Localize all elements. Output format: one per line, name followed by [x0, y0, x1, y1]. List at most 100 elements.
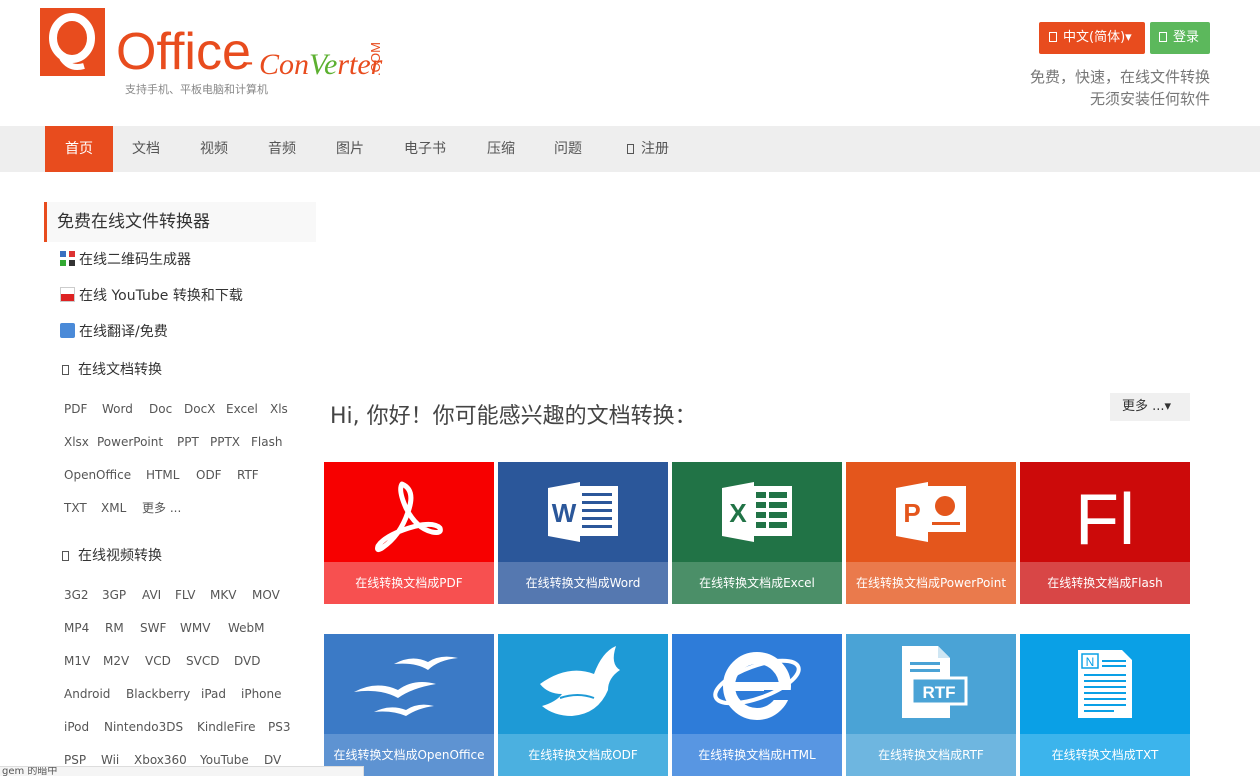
excel-icon: X [722, 482, 792, 542]
format-link-webm[interactable]: WebM [228, 620, 265, 636]
tile-caption: 在线转换文档成PDF [324, 562, 494, 604]
format-link-ipod[interactable]: iPod [64, 719, 89, 735]
nav-documents[interactable]: 文档 [119, 126, 173, 172]
sidebar-title: 免费在线文件转换器 [44, 202, 316, 242]
sidebar-section-video[interactable]: 在线视频转换 [62, 545, 162, 565]
browser-status-bar: gem 的暗中 [0, 766, 364, 776]
format-link-m1v[interactable]: M1V [64, 653, 90, 669]
tile-convert-rtf[interactable]: RTF 在线转换文档成RTF [846, 634, 1016, 776]
nav-images[interactable]: 图片 [323, 126, 377, 172]
format-link-doc[interactable]: Doc [149, 401, 172, 417]
nav-faq[interactable]: 问题 [541, 126, 595, 172]
tile-convert-powerpoint[interactable]: P 在线转换文档成PowerPoint [846, 462, 1016, 604]
format-link-blackberry[interactable]: Blackberry [126, 686, 190, 702]
more-dropdown-button[interactable]: 更多 ...▾ [1110, 393, 1190, 421]
format-link-mov[interactable]: MOV [252, 587, 280, 603]
format-link-ps3[interactable]: PS3 [268, 719, 291, 735]
logo-converter-text: ConVerter [259, 48, 383, 81]
format-link-openoffice[interactable]: OpenOffice [64, 467, 131, 483]
format-link-rm[interactable]: RM [105, 620, 124, 636]
format-link-more[interactable]: 更多 ... [142, 500, 181, 516]
nav-compress[interactable]: 压缩 [474, 126, 528, 172]
tile-caption: 在线转换文档成RTF [846, 734, 1016, 776]
video-icon [62, 551, 69, 561]
format-link-mkv[interactable]: MKV [210, 587, 236, 603]
rtf-doc-icon: RTF [902, 646, 968, 718]
logo-dash: - [244, 46, 254, 77]
powerpoint-icon: P [896, 482, 966, 542]
tile-convert-flash[interactable]: Fl 在线转换文档成Flash [1020, 462, 1190, 604]
acrobat-icon [375, 481, 443, 553]
format-link-nintendo3ds[interactable]: Nintendo3DS [104, 719, 183, 735]
format-link-txt[interactable]: TXT [64, 500, 87, 516]
format-link-pptx[interactable]: PPTX [210, 434, 240, 450]
sidebar-link-translate[interactable]: 在线翻译/免费 [60, 322, 168, 342]
logo-mark[interactable] [40, 8, 105, 76]
logo-office-text: Office [116, 23, 251, 81]
nav-ebook[interactable]: 电子书 [396, 126, 454, 172]
format-link-excel[interactable]: Excel [226, 401, 258, 417]
format-link-ppt[interactable]: PPT [177, 434, 199, 450]
slogan-line-1: 免费，快速，在线文件转换 [1029, 68, 1210, 86]
nav-register[interactable]: 注册 [618, 126, 678, 172]
flash-icon: Fl [1075, 480, 1135, 560]
greeting-heading: Hi, 你好！你可能感兴趣的文档转换： [330, 404, 697, 429]
svg-text:P: P [903, 498, 920, 528]
nav-home[interactable]: 首页 [45, 126, 113, 172]
sidebar-link-youtube[interactable]: 在线 YouTube 转换和下载 [60, 286, 243, 306]
format-link-3gp[interactable]: 3GP [102, 587, 126, 603]
txt-doc-icon: N [1078, 650, 1132, 718]
tile-caption: 在线转换文档成Excel [672, 562, 842, 604]
format-link-vcd[interactable]: VCD [145, 653, 171, 669]
format-link-odf[interactable]: ODF [196, 467, 222, 483]
dove-book-icon [540, 646, 620, 716]
nav-video[interactable]: 视频 [187, 126, 241, 172]
format-link-ipad[interactable]: iPad [201, 686, 226, 702]
tile-convert-pdf[interactable]: 在线转换文档成PDF [324, 462, 494, 604]
sidebar-link-qrcode[interactable]: 在线二维码生成器 [60, 250, 191, 270]
register-icon [627, 144, 634, 154]
format-link-word[interactable]: Word [102, 401, 133, 417]
format-link-m2v[interactable]: M2V [103, 653, 129, 669]
slogan-line-2: 无须安装任何软件 [1089, 90, 1210, 108]
language-button[interactable]: 中文(简体)▾ [1039, 22, 1145, 54]
nav-audio[interactable]: 音频 [255, 126, 309, 172]
tile-convert-openoffice[interactable]: 在线转换文档成OpenOffice [324, 634, 494, 776]
tile-convert-html[interactable]: 在线转换文档成HTML [672, 634, 842, 776]
format-link-svcd[interactable]: SVCD [186, 653, 219, 669]
format-link-powerpoint[interactable]: PowerPoint [97, 434, 163, 450]
openoffice-gulls-icon [354, 656, 458, 716]
svg-text:Fl: Fl [1075, 480, 1135, 560]
tile-caption: 在线转换文档成TXT [1020, 734, 1190, 776]
login-button[interactable]: 登录 [1150, 22, 1210, 54]
tile-convert-word[interactable]: W 在线转换文档成Word [498, 462, 668, 604]
format-link-avi[interactable]: AVI [142, 587, 161, 603]
format-link-dvd[interactable]: DVD [234, 653, 260, 669]
format-link-xls[interactable]: Xls [270, 401, 288, 417]
tile-convert-odf[interactable]: 在线转换文档成ODF [498, 634, 668, 776]
format-link-flv[interactable]: FLV [175, 587, 195, 603]
format-link-xml[interactable]: XML [101, 500, 126, 516]
format-link-html[interactable]: HTML [146, 467, 179, 483]
logo-tagline: 支持手机、平板电脑和计算机 [125, 83, 268, 96]
tile-caption: 在线转换文档成HTML [672, 734, 842, 776]
format-link-rtf[interactable]: RTF [237, 467, 259, 483]
format-link-flash[interactable]: Flash [251, 434, 282, 450]
format-link-kindlefire[interactable]: KindleFire [197, 719, 256, 735]
logo-o-icon [49, 13, 95, 70]
format-link-iphone[interactable]: iPhone [241, 686, 282, 702]
sidebar-section-documents[interactable]: 在线文档转换 [62, 359, 162, 379]
format-link-docx[interactable]: DocX [184, 401, 215, 417]
format-link-3g2[interactable]: 3G2 [64, 587, 89, 603]
format-link-xlsx[interactable]: Xlsx [64, 434, 89, 450]
tile-convert-excel[interactable]: X 在线转换文档成Excel [672, 462, 842, 604]
svg-text:W: W [552, 498, 577, 528]
format-link-swf[interactable]: SWF [140, 620, 166, 636]
format-link-wmv[interactable]: WMV [180, 620, 210, 636]
format-link-pdf[interactable]: PDF [64, 401, 87, 417]
format-link-mp4[interactable]: MP4 [64, 620, 89, 636]
document-icon [62, 365, 69, 375]
svg-text:X: X [729, 498, 747, 528]
format-link-android[interactable]: Android [64, 686, 110, 702]
tile-convert-txt[interactable]: N 在线转换文档成TXT [1020, 634, 1190, 776]
